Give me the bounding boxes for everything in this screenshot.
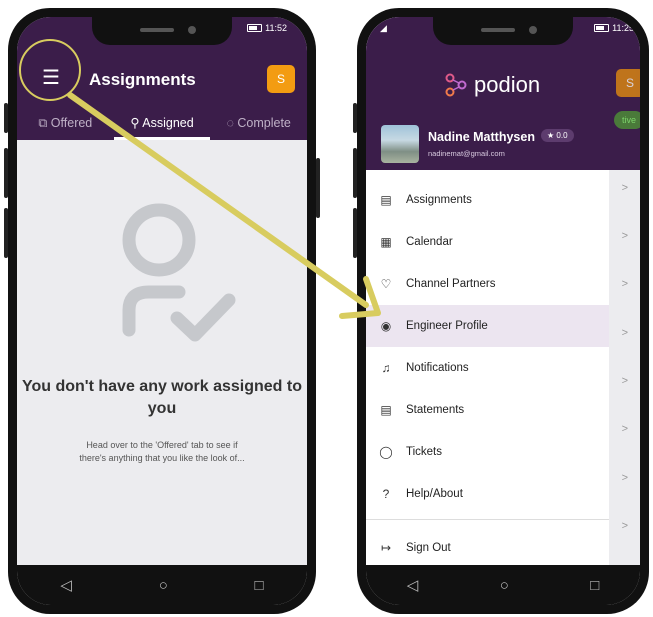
status-bar: 11:25 bbox=[594, 23, 634, 33]
status-time: 11:52 bbox=[265, 23, 287, 33]
notch bbox=[433, 17, 573, 45]
signal-icon: ◢ bbox=[380, 23, 387, 33]
arrow-shaft bbox=[67, 92, 369, 308]
battery-icon bbox=[594, 24, 610, 32]
status-bar: 11:52 bbox=[247, 23, 287, 33]
notch bbox=[92, 17, 232, 45]
battery-icon bbox=[247, 24, 263, 32]
annotation-arrow bbox=[19, 39, 381, 319]
highlight-circle bbox=[19, 39, 81, 101]
status-time: 11:25 bbox=[612, 23, 634, 33]
